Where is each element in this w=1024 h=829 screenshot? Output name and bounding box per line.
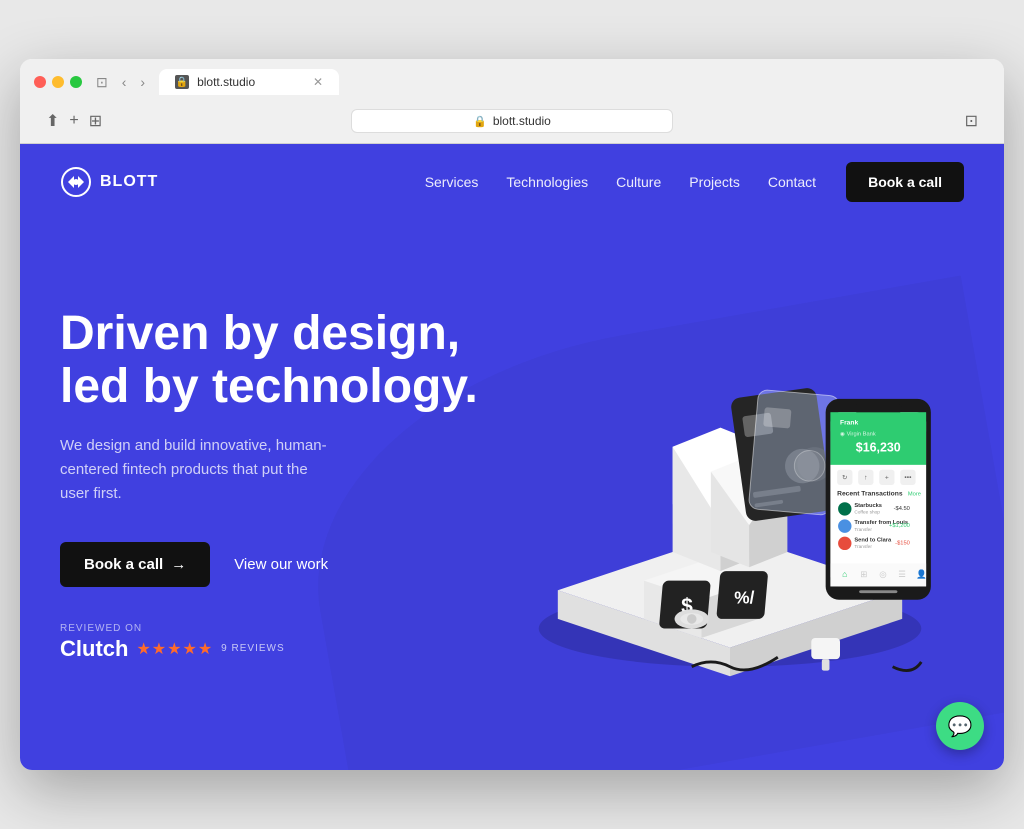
svg-text:+: + <box>885 474 889 481</box>
svg-text:Coffee shop: Coffee shop <box>854 510 880 516</box>
svg-text:⊞: ⊞ <box>860 569 867 579</box>
hero-headline: Driven by design, led by technology. <box>60 308 480 414</box>
svg-text:↑: ↑ <box>864 474 867 481</box>
hero-illustration-svg: $ %/ <box>480 265 980 705</box>
clutch-reviewed-label: REVIEWED ON <box>60 623 480 634</box>
nav-projects[interactable]: Projects <box>689 174 740 190</box>
navbar: BLOTT Services Technologies Culture Proj… <box>20 144 1004 220</box>
nav-culture[interactable]: Culture <box>616 174 661 190</box>
sidebar-toggle-button[interactable]: ⊡ <box>92 72 112 93</box>
svg-text:👤: 👤 <box>916 569 927 579</box>
tab-bar: 🔒 blott.studio ✕ <box>159 69 339 95</box>
svg-text:Send to Clara: Send to Clara <box>854 537 892 543</box>
illustration-container: $ %/ <box>480 265 980 705</box>
svg-text:-$150: -$150 <box>895 540 910 546</box>
svg-text:Recent Transactions: Recent Transactions <box>837 491 903 498</box>
lock-icon: 🔒 <box>473 115 487 128</box>
share-button[interactable]: ⬆ <box>46 111 59 131</box>
tab-close-button[interactable]: ✕ <box>313 75 323 89</box>
svg-text:↻: ↻ <box>842 474 848 481</box>
logo-icon <box>60 166 92 198</box>
traffic-lights <box>34 76 82 88</box>
minimize-window-button[interactable] <box>52 76 64 88</box>
browser-controls: ⊡ ‹ › <box>92 72 149 93</box>
nav-services[interactable]: Services <box>425 174 479 190</box>
nav-book-call-button[interactable]: Book a call <box>846 162 964 202</box>
grid-button[interactable]: ⊞ <box>89 111 102 131</box>
svg-text:+$1,200: +$1,200 <box>889 523 910 529</box>
address-bar: ⬆ + ⊞ 🔒 blott.studio ⊡ <box>34 103 990 143</box>
svg-text:Transfer: Transfer <box>854 544 872 550</box>
svg-text:◎: ◎ <box>879 569 887 579</box>
arrow-icon: → <box>171 556 186 573</box>
svg-text:Starbucks: Starbucks <box>854 503 882 509</box>
hero-text: Driven by design, led by technology. We … <box>60 308 480 662</box>
svg-text:-$4.50: -$4.50 <box>894 506 910 512</box>
logo[interactable]: BLOTT <box>60 166 158 198</box>
tab-favicon-icon: 🔒 <box>175 75 189 89</box>
close-window-button[interactable] <box>34 76 46 88</box>
browser-chrome: ⊡ ‹ › 🔒 blott.studio ✕ ⬆ + ⊞ 🔒 blott.stu… <box>20 59 1004 144</box>
chat-icon: 💬 <box>948 714 973 739</box>
hero-buttons: Book a call → View our work <box>60 542 480 587</box>
site-content: BLOTT Services Technologies Culture Proj… <box>20 144 1004 770</box>
svg-text:Transfer: Transfer <box>854 527 872 533</box>
active-tab[interactable]: 🔒 blott.studio ✕ <box>159 69 339 95</box>
nav-contact[interactable]: Contact <box>768 174 816 190</box>
nav-links: Services Technologies Culture Projects C… <box>425 174 816 190</box>
clutch-reviews-count: 9 REVIEWS <box>221 643 284 654</box>
svg-text:⌂: ⌂ <box>842 569 847 579</box>
svg-text:%/: %/ <box>734 588 754 608</box>
svg-text:$16,230: $16,230 <box>856 441 901 455</box>
new-tab-button[interactable]: + <box>69 112 78 130</box>
svg-text:Frank: Frank <box>840 420 858 427</box>
fullscreen-window-button[interactable] <box>70 76 82 88</box>
svg-text:•••: ••• <box>904 474 912 481</box>
hero-book-call-button[interactable]: Book a call → <box>60 542 210 587</box>
clutch-name: Clutch <box>60 636 128 662</box>
hero-illustration: $ %/ <box>480 260 980 710</box>
hero-section: Driven by design, led by technology. We … <box>20 220 1004 770</box>
browser-window: ⊡ ‹ › 🔒 blott.studio ✕ ⬆ + ⊞ 🔒 blott.stu… <box>20 59 1004 770</box>
tab-title-text: blott.studio <box>197 75 305 89</box>
logo-text: BLOTT <box>100 173 158 191</box>
extensions-button[interactable]: ⊡ <box>965 111 978 131</box>
url-text: blott.studio <box>493 114 551 128</box>
nav-technologies[interactable]: Technologies <box>506 174 588 190</box>
clutch-row: Clutch ★★★★★ 9 REVIEWS <box>60 636 480 662</box>
clutch-badge: REVIEWED ON Clutch ★★★★★ 9 REVIEWS <box>60 623 480 662</box>
hero-view-work-button[interactable]: View our work <box>234 556 328 573</box>
chat-button[interactable]: 💬 <box>936 702 984 750</box>
hero-subtext: We design and build innovative, human-ce… <box>60 434 340 506</box>
url-bar[interactable]: 🔒 blott.studio <box>351 109 672 133</box>
svg-text:◉ Virgin Bank: ◉ Virgin Bank <box>840 431 876 437</box>
back-button[interactable]: ‹ <box>118 72 131 92</box>
svg-text:More: More <box>908 492 921 498</box>
svg-text:☰: ☰ <box>898 569 906 579</box>
clutch-stars: ★★★★★ <box>136 639 213 659</box>
forward-button[interactable]: › <box>136 72 149 92</box>
